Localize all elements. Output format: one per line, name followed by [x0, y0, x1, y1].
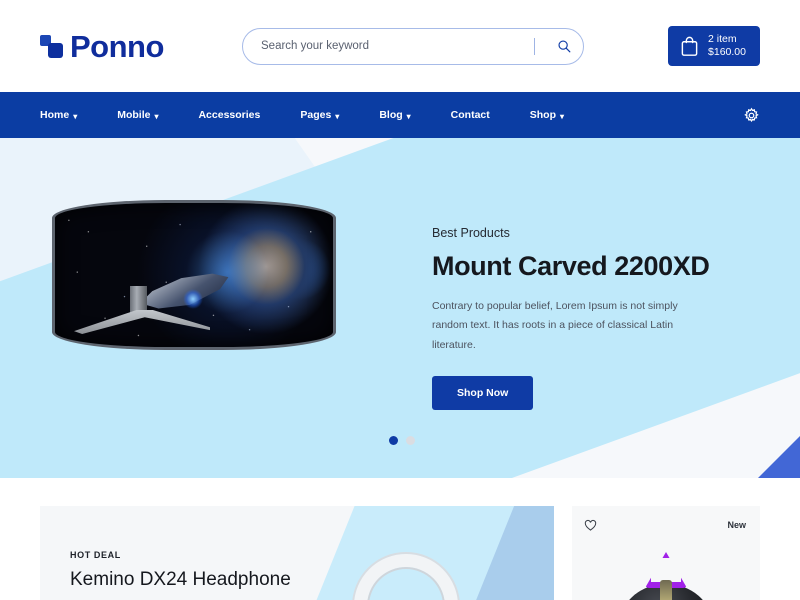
hot-deal-eyebrow: HOT DEAL: [70, 550, 121, 560]
hot-deal-title: Kemino DX24 Headphone: [70, 569, 291, 590]
nav-item-label: Blog: [379, 109, 403, 121]
wishlist-button[interactable]: [584, 519, 597, 537]
hero-corner-accent: [758, 436, 800, 478]
main-navigation: Home ▾ Mobile ▾ Accessories Pages ▾ Blog…: [0, 92, 800, 138]
nav-item-shop[interactable]: Shop ▾: [530, 109, 564, 121]
search-divider: [534, 37, 535, 55]
search-submit-button[interactable]: [549, 31, 579, 61]
slider-pagination: [389, 436, 415, 445]
nav-item-label: Contact: [450, 109, 490, 121]
hot-deal-content: HOT DEAL Kemino DX24 Headphone: [70, 550, 291, 591]
hero-eyebrow: Best Products: [432, 226, 510, 240]
brand-name: Ponno: [70, 28, 164, 64]
nav-item-mobile[interactable]: Mobile ▾: [117, 109, 158, 121]
heart-icon: [584, 519, 597, 531]
hero-slider: Best Products Mount Carved 2200XD Contra…: [0, 138, 800, 478]
search-box[interactable]: [242, 27, 584, 65]
slider-dot-1[interactable]: [389, 436, 398, 445]
monitor-neck: [130, 286, 147, 314]
search-container: [242, 27, 584, 65]
brand-logo[interactable]: Ponno: [40, 31, 230, 62]
header-bar: Ponno 2 item $160.00: [0, 0, 800, 92]
chevron-down-icon: ▾: [335, 111, 340, 121]
cart-total: $160.00: [708, 46, 746, 58]
search-input[interactable]: [261, 40, 528, 52]
new-badge: New: [727, 520, 746, 530]
cart-button[interactable]: 2 item $160.00: [668, 26, 760, 66]
nav-item-label: Accessories: [198, 109, 261, 121]
nav-item-label: Shop: [529, 109, 556, 121]
search-icon: [558, 40, 571, 53]
speaker-cable: [660, 580, 672, 600]
shop-now-button[interactable]: Shop Now: [432, 376, 534, 411]
nav-item-home[interactable]: Home ▾: [40, 109, 77, 121]
settings-button[interactable]: [743, 107, 760, 124]
cart-summary: 2 item $160.00: [708, 33, 746, 59]
product-strip: HOT DEAL Kemino DX24 Headphone New: [0, 478, 800, 600]
shopping-bag-icon: [681, 36, 698, 56]
nav-item-accessories[interactable]: Accessories: [198, 109, 260, 121]
nav-item-label: Mobile: [117, 109, 151, 121]
hero-title: Mount Carved 2200XD: [432, 251, 710, 281]
hero-description: Contrary to popular belief, Lorem Ipsum …: [432, 300, 678, 351]
chevron-down-icon: ▾: [406, 111, 411, 121]
product-card[interactable]: New: [572, 506, 760, 600]
nav-item-label: Pages: [300, 109, 332, 121]
chevron-down-icon: ▾: [73, 111, 78, 121]
cart-item-count: 2 item: [708, 32, 737, 45]
logo-mark-icon: [40, 33, 66, 59]
hot-deal-card[interactable]: HOT DEAL Kemino DX24 Headphone: [40, 506, 554, 600]
slider-dot-2[interactable]: [406, 436, 415, 445]
nav-item-list: Home ▾ Mobile ▾ Accessories Pages ▾ Blog…: [40, 109, 604, 121]
chevron-down-icon: ▾: [560, 111, 565, 121]
nav-item-blog[interactable]: Blog ▾: [379, 109, 410, 121]
nav-item-label: Home: [40, 109, 70, 121]
gear-icon: [744, 107, 759, 122]
chevron-down-icon: ▾: [154, 111, 159, 121]
nav-item-pages[interactable]: Pages ▾: [300, 109, 339, 121]
nav-item-contact[interactable]: Contact: [451, 109, 490, 121]
hero-content: Best Products Mount Carved 2200XD Contra…: [432, 226, 732, 411]
